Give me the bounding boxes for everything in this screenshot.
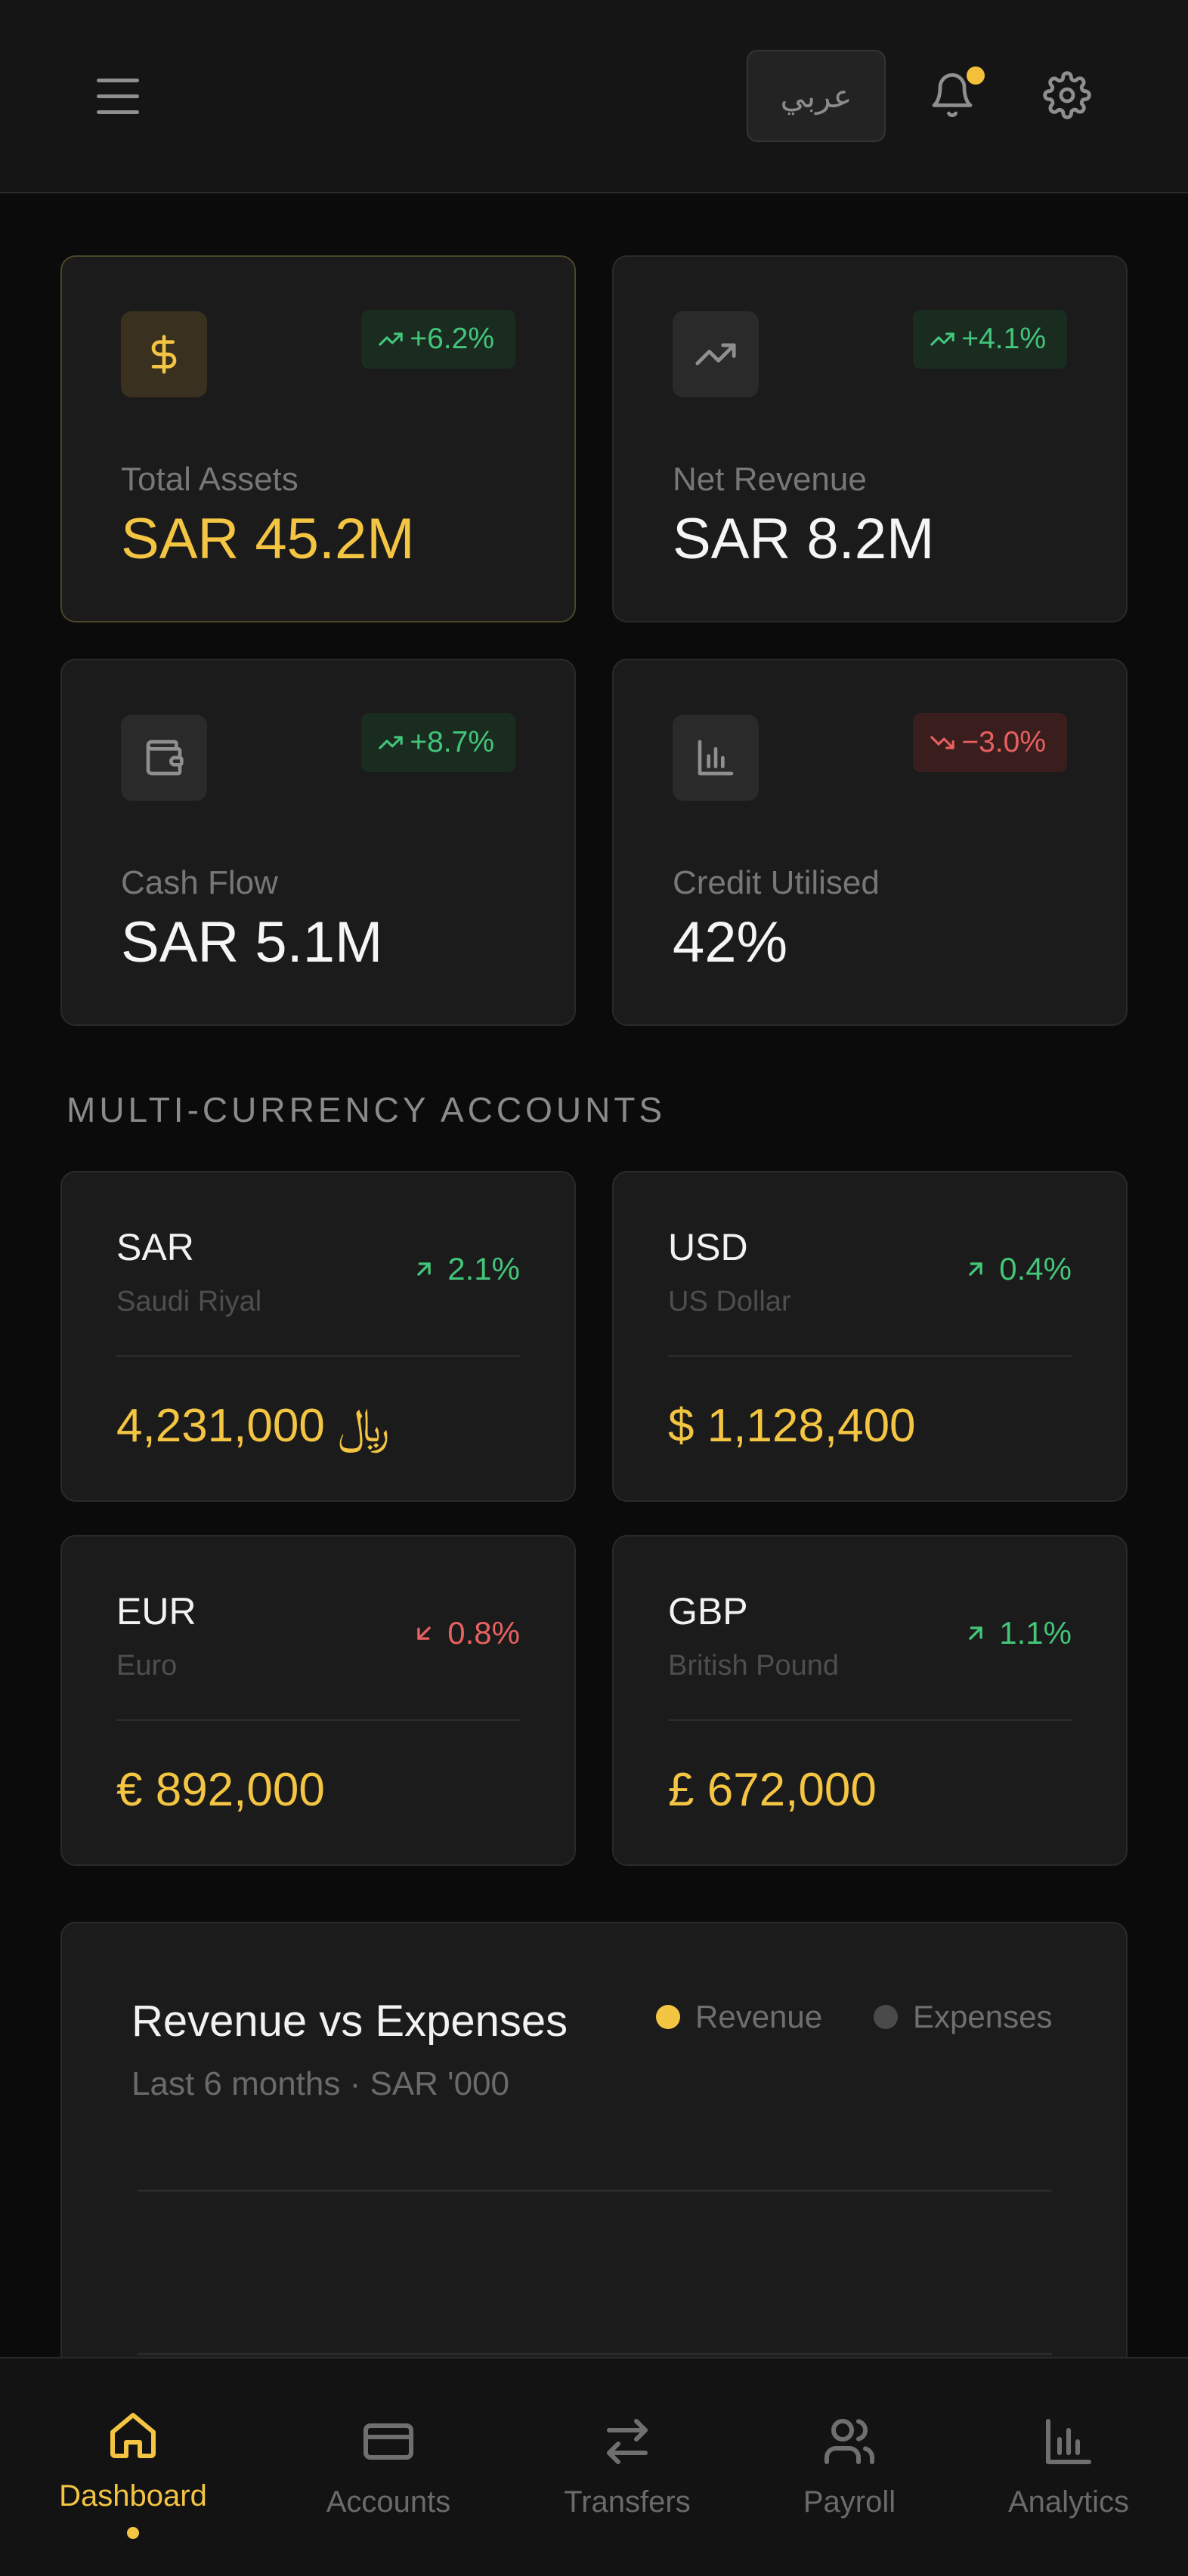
app-header: عربي xyxy=(0,0,1188,193)
currency-name: Euro xyxy=(116,1650,178,1682)
change-value: 1.1% xyxy=(999,1615,1072,1651)
currency-change: 1.1% xyxy=(963,1615,1072,1651)
bottom-navigation: Dashboard Accounts Transfers Payroll Ana… xyxy=(0,2357,1188,2576)
currency-code: SAR xyxy=(116,1226,194,1268)
arrow-down-left-icon xyxy=(417,1626,432,1640)
currency-change: 0.8% xyxy=(411,1615,520,1651)
active-indicator xyxy=(127,2527,139,2539)
notification-dot xyxy=(967,66,985,85)
currency-change: 2.1% xyxy=(411,1251,520,1287)
arrow-up-right-icon xyxy=(969,1262,983,1276)
currency-name: British Pound xyxy=(668,1650,840,1682)
change-value: 0.4% xyxy=(999,1251,1072,1286)
account-balance: £ 672,000 xyxy=(668,1764,877,1816)
account-card-usd[interactable]: USD US Dollar 0.4% $ 1,128,400 xyxy=(612,1171,1128,1502)
currency-change: 0.4% xyxy=(963,1251,1072,1287)
nav-item-analytics[interactable]: Analytics xyxy=(955,2358,1182,2576)
nav-label: Transfers xyxy=(564,2485,691,2519)
dollar-icon xyxy=(121,311,207,397)
divider xyxy=(668,1355,1072,1357)
change-badge: +8.7% xyxy=(361,713,515,772)
account-card-sar[interactable]: SAR Saudi Riyal 2.1% 4,231,000 ﷼ xyxy=(60,1171,576,1502)
credit-card-icon xyxy=(358,2411,419,2472)
change-value: 0.8% xyxy=(447,1615,520,1651)
change-badge: +6.2% xyxy=(361,310,515,369)
gear-icon[interactable] xyxy=(1037,65,1097,125)
trending-up-icon xyxy=(379,332,404,346)
bar-chart-icon xyxy=(673,715,759,801)
currency-name: Saudi Riyal xyxy=(116,1286,262,1317)
trending-up-icon xyxy=(930,332,955,346)
nav-item-transfers[interactable]: Transfers xyxy=(514,2358,741,2576)
nav-item-accounts[interactable]: Accounts xyxy=(275,2358,502,2576)
nav-label: Analytics xyxy=(1007,2485,1130,2519)
change-value: +4.1% xyxy=(961,323,1046,355)
divider xyxy=(116,1719,520,1721)
currency-code: GBP xyxy=(668,1590,748,1632)
kpi-label: Cash Flow xyxy=(121,864,278,901)
trending-down-icon xyxy=(930,736,955,749)
kpi-card-total-assets[interactable]: +6.2% Total Assets SAR 45.2M xyxy=(60,255,576,622)
nav-label: Dashboard xyxy=(59,2479,207,2513)
kpi-card-credit-utilised[interactable]: −3.0% Credit Utilised 42% xyxy=(612,659,1128,1026)
account-card-gbp[interactable]: GBP British Pound 1.1% £ 672,000 xyxy=(612,1535,1128,1866)
change-value: +6.2% xyxy=(410,323,494,355)
divider xyxy=(116,1355,520,1357)
language-toggle-button[interactable]: عربي xyxy=(747,50,886,142)
account-balance: $ 1,128,400 xyxy=(668,1400,916,1452)
currency-name: US Dollar xyxy=(668,1286,791,1317)
kpi-value: SAR 45.2M xyxy=(121,507,415,571)
account-balance: 4,231,000 ﷼ xyxy=(116,1400,390,1452)
change-badge: +4.1% xyxy=(913,310,1067,369)
nav-label: Payroll xyxy=(803,2485,896,2519)
kpi-value: SAR 5.1M xyxy=(121,910,383,974)
account-card-eur[interactable]: EUR Euro 0.8% € 892,000 xyxy=(60,1535,576,1866)
change-badge: −3.0% xyxy=(913,713,1067,772)
arrow-up-right-icon xyxy=(417,1262,432,1276)
account-balance: € 892,000 xyxy=(116,1764,325,1816)
trending-up-icon xyxy=(673,311,759,397)
bar-chart-icon xyxy=(1038,2411,1099,2472)
change-value: +8.7% xyxy=(410,726,494,758)
users-icon xyxy=(819,2411,880,2472)
currency-code: USD xyxy=(668,1226,748,1268)
currency-code: EUR xyxy=(116,1590,196,1632)
nav-label: Accounts xyxy=(326,2485,451,2519)
kpi-card-net-revenue[interactable]: +4.1% Net Revenue SAR 8.2M xyxy=(612,255,1128,622)
kpi-value: 42% xyxy=(673,910,788,974)
wallet-icon xyxy=(121,715,207,801)
change-value: 2.1% xyxy=(447,1251,520,1286)
section-title: MULTI-CURRENCY ACCOUNTS xyxy=(67,1090,667,1129)
transfer-arrows-icon xyxy=(597,2411,657,2472)
divider xyxy=(668,1719,1072,1721)
kpi-label: Total Assets xyxy=(121,461,299,498)
menu-icon[interactable] xyxy=(97,79,139,115)
nav-item-dashboard[interactable]: Dashboard xyxy=(20,2358,246,2576)
nav-item-payroll[interactable]: Payroll xyxy=(736,2358,963,2576)
change-value: −3.0% xyxy=(961,726,1046,758)
trending-up-icon xyxy=(379,736,404,749)
kpi-value: SAR 8.2M xyxy=(673,507,935,571)
home-icon xyxy=(103,2405,163,2466)
kpi-label: Credit Utilised xyxy=(673,864,880,901)
arrow-up-right-icon xyxy=(969,1626,983,1640)
kpi-label: Net Revenue xyxy=(673,461,867,498)
kpi-card-cash-flow[interactable]: +8.7% Cash Flow SAR 5.1M xyxy=(60,659,576,1026)
